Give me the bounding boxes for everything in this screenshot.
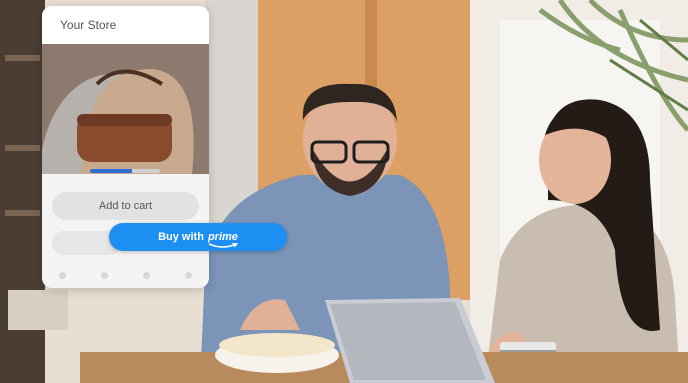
store-title: Your Store <box>60 18 117 32</box>
buy-with-label: Buy with <box>158 231 204 243</box>
marketing-banner: Your Store Add to cart Buy with prime <box>0 0 688 383</box>
cart-icon[interactable] <box>142 271 150 279</box>
bottom-nav <box>42 262 209 288</box>
product-image[interactable] <box>42 44 209 174</box>
home-icon[interactable] <box>59 271 67 279</box>
store-header: Your Store <box>42 6 209 45</box>
prime-logo: prime <box>207 231 238 248</box>
prime-smile-icon <box>208 243 238 248</box>
image-progress-fill <box>90 169 132 173</box>
prime-label: prime <box>207 231 238 243</box>
search-icon[interactable] <box>101 271 109 279</box>
account-icon[interactable] <box>184 271 192 279</box>
add-to-cart-button[interactable]: Add to cart <box>52 192 199 220</box>
image-progress-bar <box>90 169 160 173</box>
buy-with-prime-button[interactable]: Buy with prime <box>109 223 287 251</box>
